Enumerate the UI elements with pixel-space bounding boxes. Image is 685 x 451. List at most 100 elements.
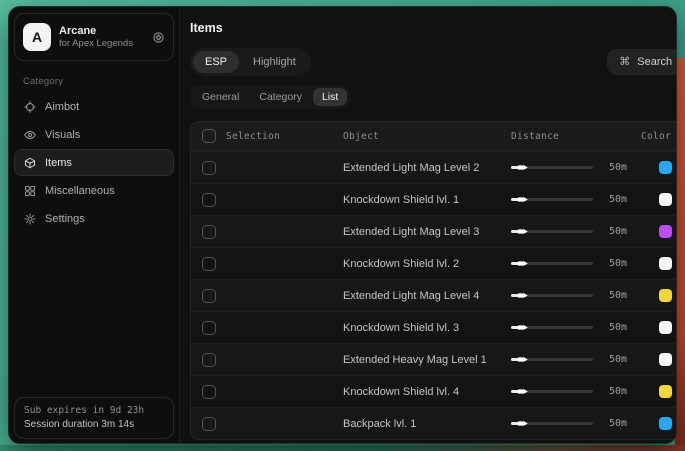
color-swatch[interactable] — [659, 417, 672, 430]
sidebar-item-settings[interactable]: Settings — [14, 205, 174, 232]
color-swatch[interactable] — [659, 289, 672, 302]
color-swatch[interactable] — [659, 225, 672, 238]
table-row[interactable]: Backpack lvl. 1 50m — [191, 407, 677, 439]
row-checkbox[interactable] — [202, 225, 216, 239]
app-logo: A — [23, 23, 51, 51]
object-label: Knockdown Shield lvl. 3 — [343, 322, 511, 334]
distance-value: 50m — [601, 322, 627, 333]
table-header: Selection Object Distance Color — [191, 122, 677, 151]
sidebar-item-miscellaneous[interactable]: Miscellaneous — [14, 177, 174, 204]
sidebar-item-aimbot[interactable]: Aimbot — [14, 93, 174, 120]
distance-value: 50m — [601, 290, 627, 301]
color-swatch[interactable] — [659, 257, 672, 270]
sidebar-nav: Aimbot Visuals Items Miscellaneous Settings — [14, 93, 174, 232]
column-header-selection: Selection — [226, 131, 280, 142]
row-checkbox[interactable] — [202, 385, 216, 399]
object-label: Extended Heavy Mag Level 1 — [343, 354, 511, 366]
column-header-color: Color — [641, 131, 677, 142]
distance-slider[interactable] — [511, 358, 593, 361]
distance-slider[interactable] — [511, 262, 593, 265]
object-label: Extended Light Mag Level 4 — [343, 290, 511, 302]
command-icon: ⌘ — [619, 57, 630, 68]
sidebar-item-label: Miscellaneous — [45, 185, 115, 197]
distance-slider[interactable] — [511, 326, 593, 329]
cube-icon — [24, 157, 36, 169]
object-label: Knockdown Shield lvl. 4 — [343, 386, 511, 398]
color-swatch[interactable] — [659, 161, 672, 174]
tab-esp[interactable]: ESP — [193, 51, 239, 73]
distance-value: 50m — [601, 258, 627, 269]
items-table: Selection Object Distance Color Extended… — [190, 121, 677, 440]
sidebar-item-items[interactable]: Items — [14, 149, 174, 176]
sidebar-section-label: Category — [23, 76, 174, 87]
row-checkbox[interactable] — [202, 353, 216, 367]
row-checkbox[interactable] — [202, 193, 216, 207]
grid-icon — [24, 185, 36, 197]
object-label: Backpack lvl. 1 — [343, 418, 511, 430]
row-checkbox[interactable] — [202, 161, 216, 175]
distance-slider[interactable] — [511, 390, 593, 393]
subscription-expiry-text: Sub expires in 9d 23h — [24, 405, 164, 416]
color-swatch[interactable] — [659, 353, 672, 366]
brand-name: Arcane — [59, 25, 133, 38]
table-row[interactable]: Knockdown Shield lvl. 450m — [191, 375, 677, 407]
distance-slider[interactable] — [511, 294, 593, 297]
shield-diamond-icon[interactable] — [152, 31, 165, 44]
distance-value: 50m — [601, 194, 627, 205]
table-row[interactable]: Knockdown Shield lvl. 3 50m — [191, 311, 677, 343]
tab-category[interactable]: Category — [250, 88, 311, 106]
row-checkbox[interactable] — [202, 321, 216, 335]
object-label: Knockdown Shield lvl. 1 — [343, 194, 511, 206]
desktop-background: A Arcane for Apex Legends Category Aimbo… — [0, 0, 685, 451]
color-swatch[interactable] — [659, 193, 672, 206]
sidebar-item-label: Aimbot — [45, 101, 79, 113]
table-body: Extended Light Mag Level 250mKnockdown S… — [191, 151, 677, 439]
distance-slider[interactable] — [511, 166, 593, 169]
sidebar: A Arcane for Apex Legends Category Aimbo… — [9, 7, 179, 443]
brand-subtitle: for Apex Legends — [59, 38, 133, 50]
sidebar-item-visuals[interactable]: Visuals — [14, 121, 174, 148]
sidebar-item-label: Items — [45, 157, 72, 169]
tab-list[interactable]: List — [313, 88, 347, 106]
table-row[interactable]: Extended Light Mag Level 250m — [191, 151, 677, 183]
table-row[interactable]: Knockdown Shield lvl. 2 50m — [191, 247, 677, 279]
distance-value: 50m — [601, 418, 627, 429]
table-row[interactable]: Knockdown Shield lvl. 1 50m — [191, 183, 677, 215]
distance-slider[interactable] — [511, 422, 593, 425]
app-window: A Arcane for Apex Legends Category Aimbo… — [8, 6, 677, 444]
object-label: Extended Light Mag Level 2 — [343, 162, 511, 174]
table-row[interactable]: Extended Light Mag Level 350m — [191, 215, 677, 247]
mode-row: ESPHighlight ⌘ Search — [190, 48, 677, 76]
column-header-object: Object — [343, 131, 511, 142]
distance-slider[interactable] — [511, 230, 593, 233]
brand-text: Arcane for Apex Legends — [59, 25, 133, 50]
view-tab-group: GeneralCategoryList — [190, 85, 350, 109]
session-duration-text: Session duration 3m 14s — [24, 419, 164, 430]
tab-highlight[interactable]: Highlight — [241, 51, 308, 73]
mode-tab-group: ESPHighlight — [190, 48, 311, 76]
distance-value: 50m — [601, 226, 627, 237]
gear-icon — [24, 213, 36, 225]
column-header-distance: Distance — [511, 131, 641, 142]
main-panel: Items ESPHighlight ⌘ Search GeneralCateg… — [179, 7, 677, 443]
color-swatch[interactable] — [659, 321, 672, 334]
color-swatch[interactable] — [659, 385, 672, 398]
sidebar-item-label: Settings — [45, 213, 85, 225]
object-label: Knockdown Shield lvl. 2 — [343, 258, 511, 270]
search-button-label: Search — [637, 56, 672, 68]
row-checkbox[interactable] — [202, 257, 216, 271]
table-row[interactable]: Extended Light Mag Level 4 50m — [191, 279, 677, 311]
eye-icon — [24, 129, 36, 141]
row-checkbox[interactable] — [202, 417, 216, 431]
tab-general[interactable]: General — [193, 88, 248, 106]
search-button[interactable]: ⌘ Search — [607, 49, 677, 75]
row-checkbox[interactable] — [202, 289, 216, 303]
brand-card: A Arcane for Apex Legends — [14, 13, 174, 61]
distance-slider[interactable] — [511, 198, 593, 201]
crosshair-icon — [24, 101, 36, 113]
sidebar-item-label: Visuals — [45, 129, 80, 141]
table-row[interactable]: Extended Heavy Mag Level 1 50m — [191, 343, 677, 375]
select-all-checkbox[interactable] — [202, 129, 216, 143]
session-card: Sub expires in 9d 23h Session duration 3… — [14, 397, 174, 439]
distance-value: 50m — [601, 354, 627, 365]
